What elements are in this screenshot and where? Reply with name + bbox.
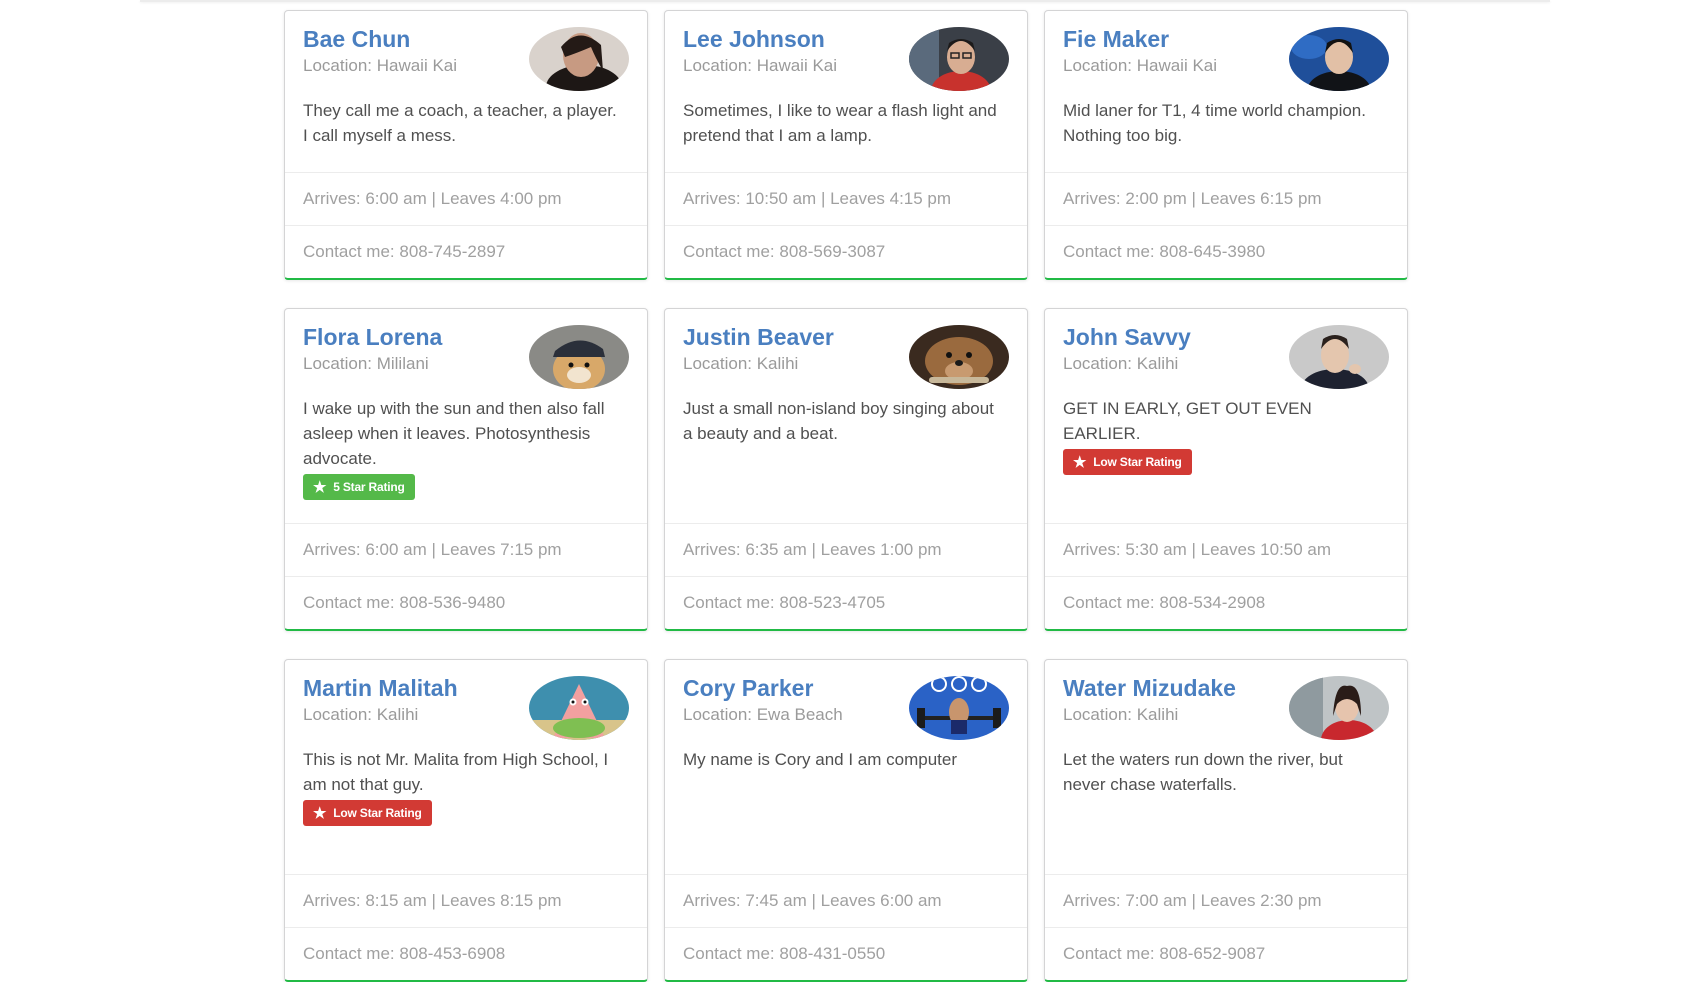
star-icon: ★ (313, 478, 327, 496)
profile-times: Arrives: 6:00 am | Leaves 4:00 pm (285, 172, 647, 225)
profile-times: Arrives: 6:00 am | Leaves 7:15 pm (285, 523, 647, 576)
avatar-image (529, 325, 629, 389)
profile-card[interactable]: Water Mizudake Location: Kalihi Let the … (1044, 659, 1408, 982)
avatar-image (909, 27, 1009, 91)
profile-description: GET IN EARLY, GET OUT EVEN EARLIER. (1063, 399, 1312, 443)
rating-badge: ★ Low Star Rating (303, 800, 432, 826)
profile-times: Arrives: 6:35 am | Leaves 1:00 pm (665, 523, 1027, 576)
profile-times: Arrives: 2:00 pm | Leaves 6:15 pm (1045, 172, 1407, 225)
star-icon: ★ (1073, 453, 1087, 471)
profile-description: This is not Mr. Malita from High School,… (303, 750, 609, 794)
profile-times: Arrives: 10:50 am | Leaves 4:15 pm (665, 172, 1027, 225)
profile-card[interactable]: Justin Beaver Location: Kalihi Just a sm… (664, 308, 1028, 631)
avatar-image (909, 325, 1009, 389)
profile-contact: Contact me: 808-431-0550 (665, 927, 1027, 980)
card-content: Martin Malitah Location: Kalihi This is … (285, 660, 647, 874)
top-menu-edge (140, 0, 1550, 2)
rating-badge-label: Low Star Rating (1093, 455, 1182, 469)
profile-contact: Contact me: 808-536-9480 (285, 576, 647, 629)
profile-contact: Contact me: 808-534-2908 (1045, 576, 1407, 629)
profile-times: Arrives: 7:45 am | Leaves 6:00 am (665, 874, 1027, 927)
card-content: Justin Beaver Location: Kalihi Just a sm… (665, 309, 1027, 523)
profile-description: I wake up with the sun and then also fal… (303, 399, 605, 468)
rating-badge-label: Low Star Rating (333, 806, 422, 820)
card-content: Bae Chun Location: Hawaii Kai They call … (285, 11, 647, 172)
avatar-image (1289, 27, 1389, 91)
rating-badge-label: 5 Star Rating (333, 480, 405, 494)
rating-badge: ★ 5 Star Rating (303, 474, 415, 500)
profile-contact: Contact me: 808-745-2897 (285, 225, 647, 278)
avatar-image (529, 676, 629, 740)
profile-contact: Contact me: 808-569-3087 (665, 225, 1027, 278)
profile-card[interactable]: Lee Johnson Location: Hawaii Kai Sometim… (664, 10, 1028, 280)
card-content: Cory Parker Location: Ewa Beach My name … (665, 660, 1027, 874)
profile-contact: Contact me: 808-652-9087 (1045, 927, 1407, 980)
profile-contact: Contact me: 808-453-6908 (285, 927, 647, 980)
star-icon: ★ (313, 804, 327, 822)
profile-description: Sometimes, I like to wear a flash light … (683, 101, 997, 145)
profile-times: Arrives: 8:15 am | Leaves 8:15 pm (285, 874, 647, 927)
card-content: Fie Maker Location: Hawaii Kai Mid laner… (1045, 11, 1407, 172)
card-content: Flora Lorena Location: Mililani I wake u… (285, 309, 647, 523)
profile-card[interactable]: Flora Lorena Location: Mililani I wake u… (284, 308, 648, 631)
avatar-image (529, 27, 629, 91)
profile-times: Arrives: 5:30 am | Leaves 10:50 am (1045, 523, 1407, 576)
profile-times: Arrives: 7:00 am | Leaves 2:30 pm (1045, 874, 1407, 927)
profile-description: Let the waters run down the river, but n… (1063, 750, 1343, 794)
card-content: Lee Johnson Location: Hawaii Kai Sometim… (665, 11, 1027, 172)
profile-contact: Contact me: 808-523-4705 (665, 576, 1027, 629)
card-content: Water Mizudake Location: Kalihi Let the … (1045, 660, 1407, 874)
profile-card[interactable]: Martin Malitah Location: Kalihi This is … (284, 659, 648, 982)
profile-description: They call me a coach, a teacher, a playe… (303, 101, 617, 145)
card-content: John Savvy Location: Kalihi GET IN EARLY… (1045, 309, 1407, 523)
avatar-image (1289, 676, 1389, 740)
profile-card[interactable]: Cory Parker Location: Ewa Beach My name … (664, 659, 1028, 982)
profile-description: My name is Cory and I am computer (683, 750, 957, 769)
avatar-image (909, 676, 1009, 740)
profile-card[interactable]: John Savvy Location: Kalihi GET IN EARLY… (1044, 308, 1408, 631)
profile-description: Just a small non-island boy singing abou… (683, 399, 994, 443)
profile-card-grid: Bae Chun Location: Hawaii Kai They call … (284, 10, 1408, 982)
profile-description: Mid laner for T1, 4 time world champion.… (1063, 101, 1366, 145)
profile-card[interactable]: Bae Chun Location: Hawaii Kai They call … (284, 10, 648, 280)
profile-contact: Contact me: 808-645-3980 (1045, 225, 1407, 278)
profile-card[interactable]: Fie Maker Location: Hawaii Kai Mid laner… (1044, 10, 1408, 280)
avatar-image (1289, 325, 1389, 389)
rating-badge: ★ Low Star Rating (1063, 449, 1192, 475)
